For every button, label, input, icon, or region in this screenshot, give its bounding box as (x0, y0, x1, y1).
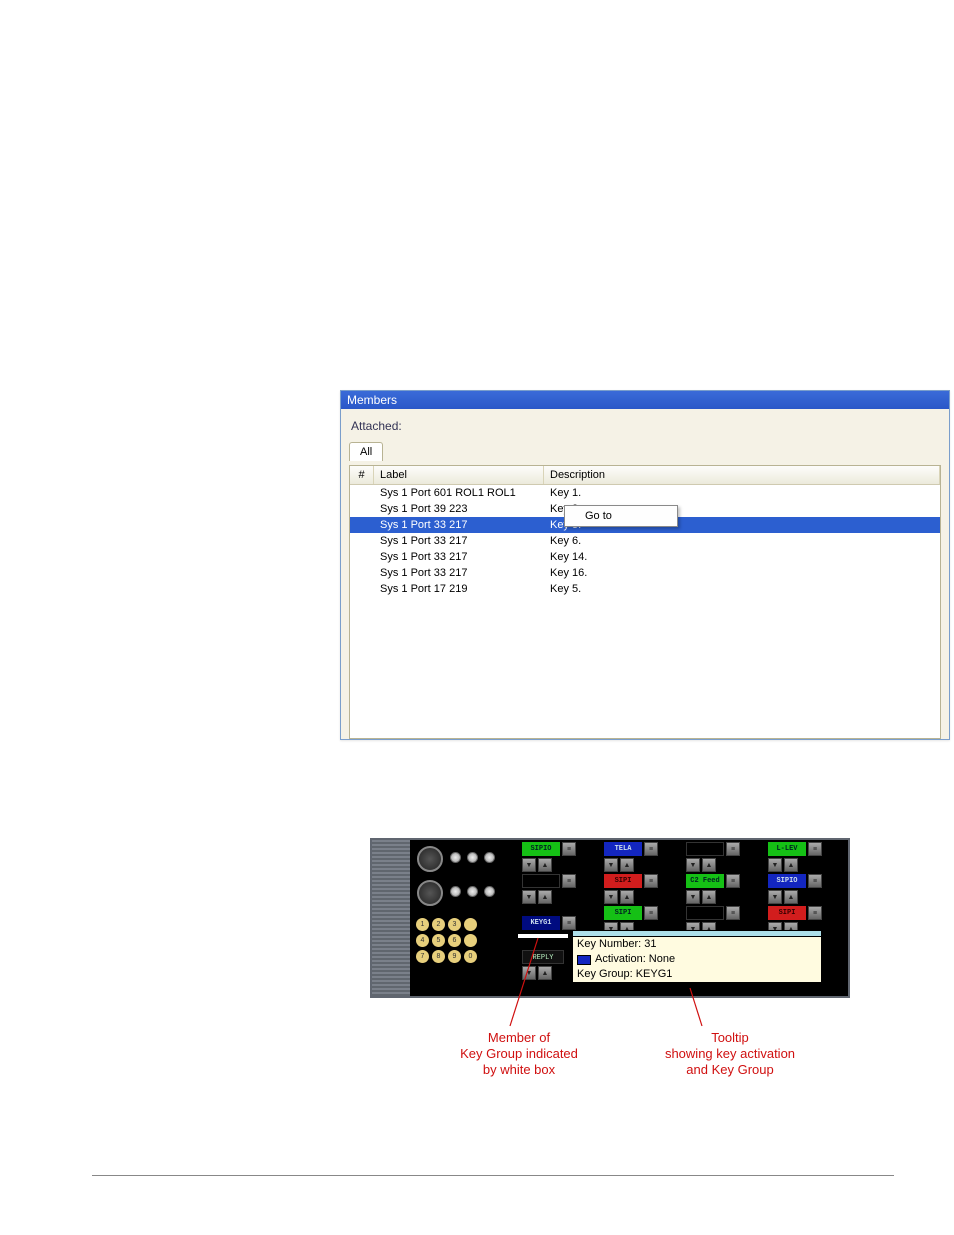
key-column-4: L-LEV≡▼▲SIPIO≡▼▲SIPI≡▼▲ (768, 842, 822, 936)
selected-key[interactable]: KEYG1 ≡ (522, 916, 576, 930)
key-toggle-icon[interactable]: ≡ (808, 874, 822, 888)
panel-key[interactable]: ≡ (686, 906, 740, 920)
table-row[interactable]: Sys 1 Port 33 217Key 6. (350, 533, 940, 549)
key-down-icon[interactable]: ▼ (604, 858, 618, 872)
context-goto[interactable]: Go to (565, 506, 677, 526)
keypad-ext[interactable] (464, 934, 477, 947)
context-menu: Go to (564, 505, 678, 527)
panel-key[interactable]: ≡ (686, 842, 740, 856)
key-toggle-icon[interactable]: ≡ (726, 842, 740, 856)
tooltip-swatch-icon (577, 955, 591, 965)
table-row[interactable]: Sys 1 Port 33 217Key 14. (350, 549, 940, 565)
reply-down-icon[interactable]: ▼ (522, 966, 536, 980)
hardware-panel: 1 2 3 4 5 6 7 8 9 0 SIPIO≡▼▲≡▼▲ TELA≡▼▲S… (370, 838, 850, 998)
key-toggle-icon[interactable]: ≡ (726, 906, 740, 920)
reply-key[interactable]: REPLY (522, 950, 564, 964)
keypad-9[interactable]: 9 (448, 950, 461, 963)
key-up-icon[interactable]: ▲ (538, 890, 552, 904)
key-down-icon[interactable]: ▼ (522, 890, 536, 904)
selected-key-toggle[interactable]: ≡ (562, 916, 576, 930)
knob-2a[interactable] (450, 886, 461, 897)
key-up-icon[interactable]: ▲ (702, 890, 716, 904)
key-toggle-icon[interactable]: ≡ (644, 874, 658, 888)
keypad-3[interactable]: 3 (448, 918, 461, 931)
panel-key[interactable]: ≡ (522, 874, 576, 888)
din-connector-1 (417, 846, 443, 872)
table-row[interactable]: Sys 1 Port 17 219Key 5. (350, 581, 940, 597)
knob-1c[interactable] (484, 852, 495, 863)
members-panel: Members Attached: All # Label Descriptio… (340, 390, 950, 740)
panel-key[interactable]: SIPIO≡ (522, 842, 576, 856)
numeric-keypad: 1 2 3 4 5 6 7 8 9 0 (416, 918, 478, 964)
panel-key[interactable]: C2 Feed≡ (686, 874, 740, 888)
panel-key[interactable]: L-LEV≡ (768, 842, 822, 856)
tooltip-key-group: Key Group: KEYG1 (577, 967, 672, 982)
key-toggle-icon[interactable]: ≡ (644, 842, 658, 856)
keypad-0[interactable]: 0 (464, 950, 477, 963)
col-header-num[interactable]: # (350, 466, 374, 484)
knob-2c[interactable] (484, 886, 495, 897)
attached-label: Attached: (349, 415, 941, 437)
keypad-2[interactable]: 2 (432, 918, 445, 931)
panel-key[interactable]: SIPI≡ (768, 906, 822, 920)
tooltip-key-number: Key Number: 31 (577, 937, 656, 952)
key-column-3: ≡▼▲C2 Feed≡▼▲≡▼▲ (686, 842, 740, 936)
reply-up-icon[interactable]: ▲ (538, 966, 552, 980)
key-down-icon[interactable]: ▼ (686, 858, 700, 872)
table-row[interactable]: Sys 1 Port 601 ROL1 ROL1Key 1. (350, 485, 940, 501)
keypad-8[interactable]: 8 (432, 950, 445, 963)
key-down-icon[interactable]: ▼ (686, 890, 700, 904)
key-toggle-icon[interactable]: ≡ (808, 842, 822, 856)
panel-title: Members (341, 391, 949, 409)
callout-tooltip: Tooltip showing key activation and Key G… (630, 1030, 830, 1078)
key-down-icon[interactable]: ▼ (768, 890, 782, 904)
key-toggle-icon[interactable]: ≡ (644, 906, 658, 920)
key-up-icon[interactable]: ▲ (784, 890, 798, 904)
knob-1a[interactable] (450, 852, 461, 863)
keypad-1[interactable]: 1 (416, 918, 429, 931)
footer-rule (92, 1175, 894, 1176)
key-toggle-icon[interactable]: ≡ (562, 874, 576, 888)
keypad-6[interactable]: 6 (448, 934, 461, 947)
callout-member: Member of Key Group indicated by white b… (424, 1030, 614, 1078)
tab-all[interactable]: All (349, 442, 383, 461)
keypad-7[interactable]: 7 (416, 950, 429, 963)
key-up-icon[interactable]: ▲ (620, 890, 634, 904)
table-row[interactable]: Sys 1 Port 33 217Key 16. (350, 565, 940, 581)
tooltip-activation: Activation: None (595, 952, 675, 967)
selected-key-label: KEYG1 (522, 916, 560, 930)
key-toggle-icon[interactable]: ≡ (562, 842, 576, 856)
key-down-icon[interactable]: ▼ (522, 858, 536, 872)
key-group-indicator (518, 934, 568, 938)
din-connector-2 (417, 880, 443, 906)
col-header-label[interactable]: Label (374, 466, 544, 484)
keypad-5[interactable]: 5 (432, 934, 445, 947)
panel-key[interactable]: TELA≡ (604, 842, 658, 856)
key-down-icon[interactable]: ▼ (604, 890, 618, 904)
reply-area: REPLY ▼ ▲ (522, 950, 564, 980)
panel-key[interactable]: SIPI≡ (604, 906, 658, 920)
key-up-icon[interactable]: ▲ (702, 858, 716, 872)
key-toggle-icon[interactable]: ≡ (726, 874, 740, 888)
keypad-clr[interactable] (464, 918, 477, 931)
key-up-icon[interactable]: ▲ (784, 858, 798, 872)
rack-rail (372, 840, 410, 998)
knob-1b[interactable] (467, 852, 478, 863)
key-tooltip: Key Number: 31 Activation: None Key Grou… (572, 930, 822, 983)
key-toggle-icon[interactable]: ≡ (808, 906, 822, 920)
panel-key[interactable]: SIPIO≡ (768, 874, 822, 888)
keypad-4[interactable]: 4 (416, 934, 429, 947)
key-column-2: TELA≡▼▲SIPI LSIPL≡▼▲SIPI≡▼▲ (604, 842, 658, 936)
tabstrip: All (349, 441, 941, 465)
key-down-icon[interactable]: ▼ (768, 858, 782, 872)
key-up-icon[interactable]: ▲ (620, 858, 634, 872)
key-column-1: SIPIO≡▼▲≡▼▲ (522, 842, 576, 904)
panel-key[interactable]: SIPI LSIPL≡ (604, 874, 658, 888)
col-header-desc[interactable]: Description (544, 466, 940, 484)
knob-2b[interactable] (467, 886, 478, 897)
key-up-icon[interactable]: ▲ (538, 858, 552, 872)
